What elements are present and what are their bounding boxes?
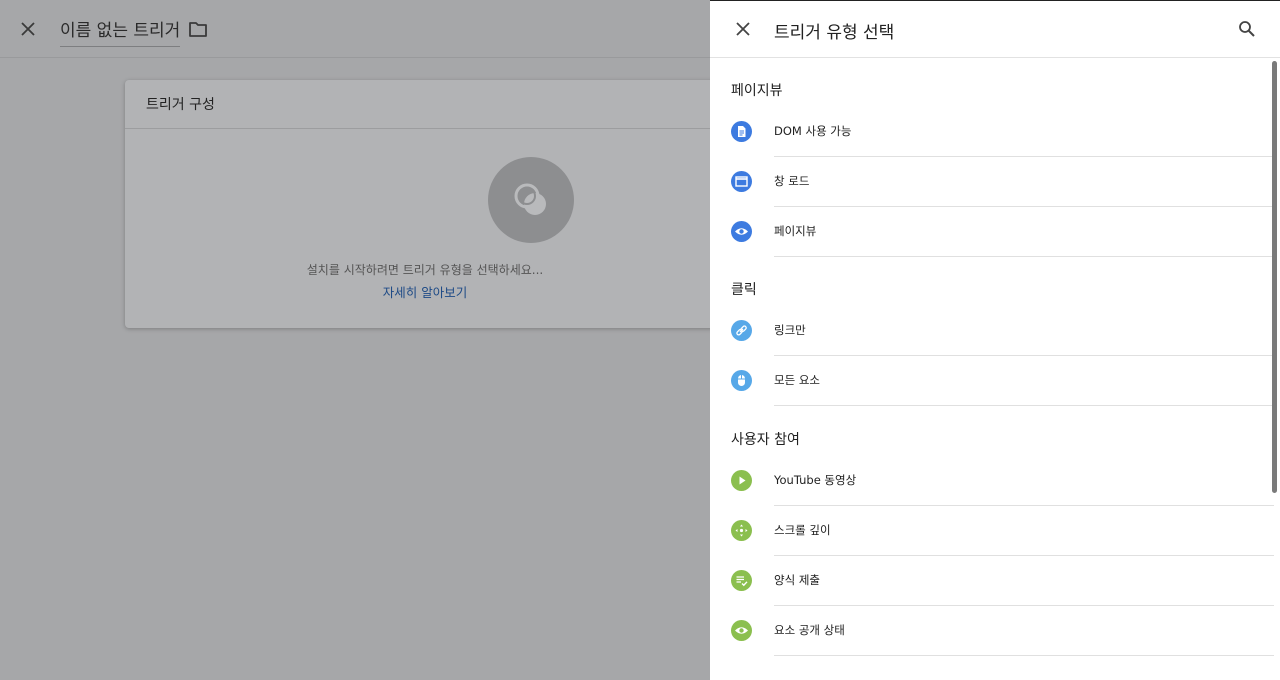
trigger-type-element-visibility[interactable]: 요소 공개 상태: [710, 606, 1274, 656]
play-icon: [731, 470, 752, 491]
trigger-type-page-view[interactable]: 페이지뷰: [710, 207, 1274, 257]
trigger-name-field[interactable]: 이름 없는 트리거: [60, 16, 181, 47]
card-title: 트리거 구성: [146, 97, 215, 113]
folder-icon[interactable]: [188, 20, 208, 38]
trigger-type-panel: 트리거 유형 선택 페이지뷰 DOM 사용 가능 창 로드 페이지뷰 클릭 링크…: [710, 0, 1280, 680]
item-label: 모든 요소: [774, 373, 820, 387]
window-icon: [731, 171, 752, 192]
trigger-placeholder-icon: [488, 157, 574, 243]
trigger-type-just-links[interactable]: 링크만: [710, 306, 1274, 356]
trigger-type-form-submission[interactable]: 양식 제출: [710, 556, 1274, 606]
item-label: 링크만: [774, 323, 806, 337]
item-label: 양식 제출: [774, 573, 820, 587]
close-icon[interactable]: [18, 19, 38, 39]
divider: [774, 256, 1274, 257]
section-title-click: 클릭: [731, 282, 757, 298]
learn-more-link[interactable]: 자세히 알아보기: [20, 282, 830, 301]
item-label: 요소 공개 상태: [774, 623, 845, 637]
item-label: YouTube 동영상: [774, 473, 857, 487]
item-label: DOM 사용 가능: [774, 124, 852, 138]
trigger-type-window-loaded[interactable]: 창 로드: [710, 157, 1274, 207]
form-check-icon: [731, 570, 752, 591]
item-label: 페이지뷰: [774, 224, 817, 238]
section-title-user-engagement: 사용자 참여: [731, 432, 800, 448]
trigger-type-list[interactable]: 페이지뷰 DOM 사용 가능 창 로드 페이지뷰 클릭 링크만 모든 요소 사용…: [710, 59, 1280, 680]
trigger-editor: 이름 없는 트리거 트리거 구성 설치를 시작하려면 트리거 유형을 선택하세요…: [0, 0, 725, 680]
mouse-icon: [731, 370, 752, 391]
trigger-config-card[interactable]: 트리거 구성 설치를 시작하려면 트리거 유형을 선택하세요... 자세히 알아…: [125, 80, 725, 328]
trigger-type-scroll-depth[interactable]: 스크롤 깊이: [710, 506, 1274, 556]
divider: [774, 655, 1274, 656]
item-label: 스크롤 깊이: [774, 523, 831, 537]
move-icon: [731, 520, 752, 541]
link-icon: [731, 320, 752, 341]
eye-icon: [731, 221, 752, 242]
card-divider: [125, 128, 725, 129]
eye-icon: [731, 620, 752, 641]
trigger-type-youtube-video[interactable]: YouTube 동영상: [710, 456, 1274, 506]
config-hint-text: 설치를 시작하려면 트리거 유형을 선택하세요...: [306, 263, 544, 277]
trigger-type-all-elements[interactable]: 모든 요소: [710, 356, 1274, 406]
scrollbar-thumb[interactable]: [1272, 61, 1277, 493]
search-icon[interactable]: [1238, 20, 1256, 38]
section-title-pageview: 페이지뷰: [731, 83, 783, 99]
trigger-type-dom-ready[interactable]: DOM 사용 가능: [710, 107, 1274, 157]
item-label: 창 로드: [774, 174, 810, 188]
divider: [774, 405, 1274, 406]
panel-header: 트리거 유형 선택: [710, 1, 1280, 58]
close-icon[interactable]: [734, 20, 752, 38]
panel-title: 트리거 유형 선택: [774, 23, 895, 43]
document-icon: [731, 121, 752, 142]
editor-header: 이름 없는 트리거: [0, 0, 710, 58]
